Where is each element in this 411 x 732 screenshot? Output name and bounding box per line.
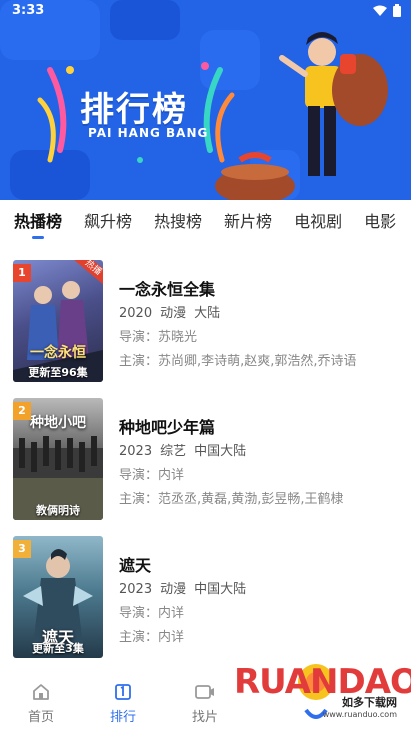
tab-label: 飙升榜 <box>84 212 133 231</box>
item-cast: 主演：苏尚卿,李诗萌,赵爽,郭浩然,乔诗语 <box>119 354 357 369</box>
home-icon <box>33 684 49 700</box>
watermark-subtitle: 如多下载网 <box>342 696 397 709</box>
tab-hot-search[interactable]: 热搜榜 <box>154 206 202 246</box>
item-director: 导演：内详 <box>119 468 185 483</box>
rank-badge: 3 <box>13 540 31 558</box>
nav-label: 找片 <box>191 710 218 725</box>
item-year: 2020 <box>119 306 153 321</box>
nav-label: 首页 <box>27 710 54 725</box>
ranking-list: 一念永恒 1 热播 更新至96集 一念永恒全集 2020 动漫 大陆 导演：苏晓光 … <box>0 258 411 672</box>
ranking-banner: 排行榜 PAI HANG BANG <box>0 0 411 200</box>
item-cast: 主演：范丞丞,黄磊,黄渤,彭昱畅,王鹤棣 <box>119 492 344 507</box>
item-genre: 动漫 <box>160 582 187 597</box>
poster-caption: 更新至3集 <box>32 642 84 655</box>
nav-label: 排行 <box>109 710 136 725</box>
ranking-icon <box>115 684 131 700</box>
poster-image[interactable]: 遮天 3 更新至3集 <box>13 536 103 658</box>
banner-title: 排行榜 <box>80 90 188 130</box>
tab-new[interactable]: 新片榜 <box>224 206 272 246</box>
banner-subtitle: PAI HANG BANG <box>88 126 209 140</box>
item-director: 导演：内详 <box>119 606 185 621</box>
poster-image[interactable]: 种地小吧 2 教俩明诗 <box>13 398 103 520</box>
item-cast: 主演：内详 <box>119 630 185 645</box>
status-time: 3:33 <box>12 3 45 18</box>
poster-caption: 更新至96集 <box>28 366 88 379</box>
item-meta: 2023 动漫 中国大陆 <box>119 578 254 597</box>
watermark-url: www.ruanduo.com <box>322 710 397 719</box>
status-icons <box>373 4 401 17</box>
item-title[interactable]: 一念永恒全集 <box>119 276 215 300</box>
site-watermark: RUANDAO 如多下载网 www.ruanduo.com <box>226 660 411 732</box>
status-bar: 3:33 <box>0 0 411 24</box>
poster-caption: 教俩明诗 <box>36 504 80 517</box>
item-meta: 2020 动漫 大陆 <box>119 302 228 321</box>
item-title[interactable]: 遮天 <box>119 552 151 576</box>
list-item[interactable]: 种地小吧 2 教俩明诗 种地吧少年篇 2023 综艺 中国大陆 导演：内详 主演：范… <box>0 396 411 534</box>
battery-icon <box>393 4 401 17</box>
item-genre: 综艺 <box>160 444 187 459</box>
item-title[interactable]: 种地吧少年篇 <box>119 414 215 438</box>
tab-label: 电影 <box>364 212 397 231</box>
tab-rising[interactable]: 飙升榜 <box>84 206 132 246</box>
item-meta: 2023 综艺 中国大陆 <box>119 440 254 459</box>
item-year: 2023 <box>119 444 153 459</box>
item-genre: 动漫 <box>160 306 187 321</box>
nav-home[interactable]: 首页 <box>0 672 82 732</box>
item-region: 中国大陆 <box>194 582 247 597</box>
tab-label: 热播榜 <box>14 212 63 231</box>
poster-title-art: 一念永恒 <box>30 345 86 361</box>
item-region: 中国大陆 <box>194 444 247 459</box>
wifi-icon <box>373 5 387 16</box>
video-icon <box>195 685 214 699</box>
item-year: 2023 <box>119 582 153 597</box>
item-region: 大陆 <box>194 306 221 321</box>
rank-badge: 2 <box>13 402 31 420</box>
tab-label: 电视剧 <box>294 212 343 231</box>
tab-label: 热搜榜 <box>154 212 203 231</box>
list-item[interactable]: 遮天 3 更新至3集 遮天 2023 动漫 中国大陆 导演：内详 主演：内详 <box>0 534 411 672</box>
banner-illustration <box>0 0 411 200</box>
rank-badge: 1 <box>13 264 31 282</box>
poster-image[interactable]: 一念永恒 1 热播 更新至96集 <box>13 260 103 382</box>
list-item[interactable]: 一念永恒 1 热播 更新至96集 一念永恒全集 2020 动漫 大陆 导演：苏晓光 … <box>0 258 411 396</box>
tab-movies[interactable]: 电影 <box>364 206 396 246</box>
item-director: 导演：苏晓光 <box>119 330 198 345</box>
nav-ranking[interactable]: 排行 <box>82 672 164 732</box>
tab-tv-series[interactable]: 电视剧 <box>294 206 342 246</box>
tab-label: 新片榜 <box>224 212 273 231</box>
tab-hot-play[interactable]: 热播榜 <box>14 206 62 246</box>
ranking-tabs: 热播榜 飙升榜 热搜榜 新片榜 电视剧 电影 <box>0 206 411 246</box>
active-tab-indicator <box>32 236 44 239</box>
